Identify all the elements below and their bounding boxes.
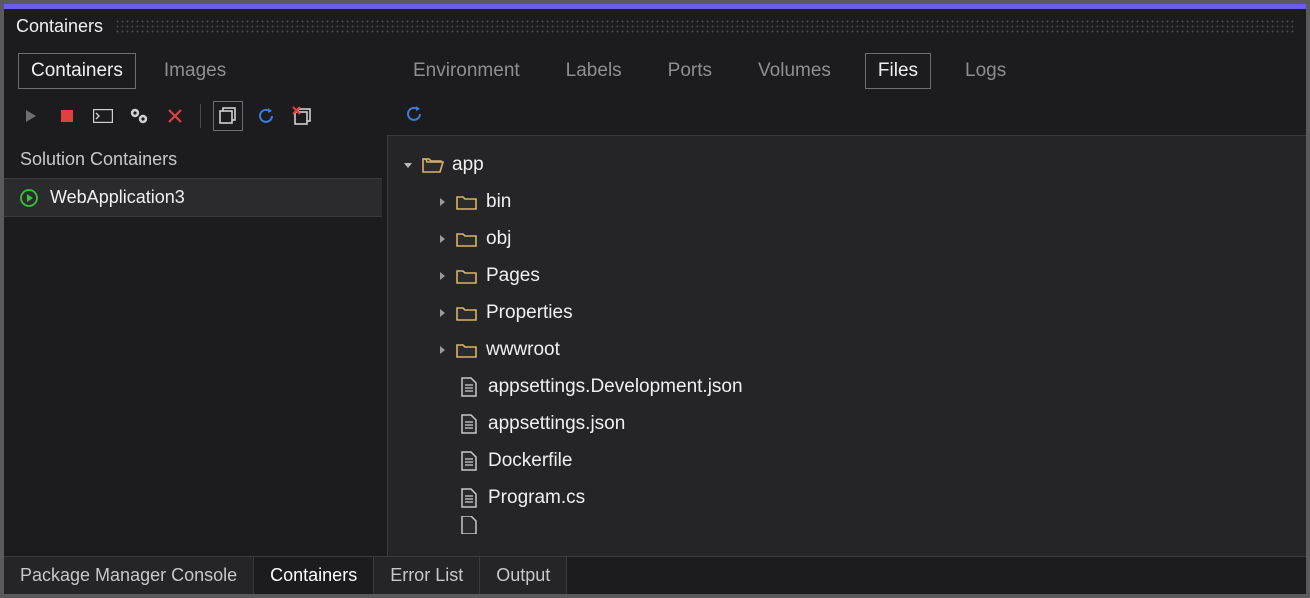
tab-images[interactable]: Images bbox=[152, 54, 238, 88]
caret-right-icon[interactable] bbox=[436, 197, 448, 207]
tree-label: app bbox=[452, 154, 484, 176]
tree-label: Program.cs bbox=[488, 487, 585, 509]
left-toolbar bbox=[4, 97, 382, 139]
toolbar-separator bbox=[200, 104, 201, 128]
panel-title: Containers bbox=[16, 16, 103, 37]
folder-icon bbox=[456, 339, 478, 361]
tree-label: obj bbox=[486, 228, 511, 250]
tree-file-appsettings[interactable]: appsettings.json bbox=[396, 405, 1298, 442]
left-panel: Containers Images bbox=[4, 43, 382, 556]
caret-right-icon[interactable] bbox=[436, 234, 448, 244]
running-status-icon bbox=[20, 189, 38, 207]
file-tree-panel: app bin obj Pages bbox=[387, 135, 1306, 556]
tree-folder-obj[interactable]: obj bbox=[396, 220, 1298, 257]
tab-files[interactable]: Files bbox=[865, 53, 931, 89]
tree-label: appsettings.json bbox=[488, 413, 625, 435]
tree-folder-bin[interactable]: bin bbox=[396, 183, 1298, 220]
stop-icon[interactable] bbox=[54, 103, 80, 129]
delete-icon[interactable] bbox=[162, 103, 188, 129]
tree-folder-wwwroot[interactable]: wwwroot bbox=[396, 331, 1298, 368]
containers-tool-window: Containers Containers Images bbox=[4, 4, 1306, 594]
folder-icon bbox=[456, 228, 478, 250]
bottom-tab-pmc[interactable]: Package Manager Console bbox=[4, 557, 254, 594]
refresh-files-icon[interactable] bbox=[401, 101, 427, 127]
container-list: WebApplication3 bbox=[4, 178, 382, 556]
terminal-icon[interactable] bbox=[90, 103, 116, 129]
bottom-tab-output[interactable]: Output bbox=[480, 557, 567, 594]
tab-ports[interactable]: Ports bbox=[656, 54, 724, 88]
tab-containers[interactable]: Containers bbox=[18, 53, 136, 89]
tree-folder-properties[interactable]: Properties bbox=[396, 294, 1298, 331]
tree-file-truncated[interactable] bbox=[396, 516, 1298, 534]
file-icon bbox=[458, 376, 480, 398]
tree-label: wwwroot bbox=[486, 339, 560, 361]
left-top-tabs: Containers Images bbox=[4, 43, 382, 97]
tree-folder-pages[interactable]: Pages bbox=[396, 257, 1298, 294]
bottom-tab-strip: Package Manager Console Containers Error… bbox=[4, 556, 1306, 594]
file-icon bbox=[458, 450, 480, 472]
right-panel: Environment Labels Ports Volumes Files L… bbox=[382, 43, 1306, 556]
tree-label: bin bbox=[486, 191, 511, 213]
file-icon bbox=[458, 487, 480, 509]
caret-down-icon[interactable] bbox=[402, 160, 414, 170]
solution-containers-header: Solution Containers bbox=[4, 139, 382, 178]
folder-open-icon bbox=[422, 154, 444, 176]
caret-right-icon[interactable] bbox=[436, 308, 448, 318]
windows-icon[interactable] bbox=[213, 101, 243, 131]
tree-label: Properties bbox=[486, 302, 573, 324]
tab-logs[interactable]: Logs bbox=[953, 54, 1018, 88]
remove-windows-icon[interactable] bbox=[289, 103, 315, 129]
gears-icon[interactable] bbox=[126, 103, 152, 129]
tree-label: Dockerfile bbox=[488, 450, 572, 472]
caret-right-icon[interactable] bbox=[436, 345, 448, 355]
panel-titlebar[interactable]: Containers bbox=[4, 9, 1306, 43]
file-icon bbox=[458, 516, 480, 534]
caret-right-icon[interactable] bbox=[436, 271, 448, 281]
tab-volumes[interactable]: Volumes bbox=[746, 54, 843, 88]
refresh-icon[interactable] bbox=[253, 103, 279, 129]
tree-label: Pages bbox=[486, 265, 540, 287]
container-item-label: WebApplication3 bbox=[50, 187, 185, 208]
content-toolbar bbox=[383, 97, 1306, 135]
bottom-tab-errorlist[interactable]: Error List bbox=[374, 557, 480, 594]
tree-file-appsettings-dev[interactable]: appsettings.Development.json bbox=[396, 368, 1298, 405]
container-item-webapplication3[interactable]: WebApplication3 bbox=[4, 178, 382, 217]
tree-file-program[interactable]: Program.cs bbox=[396, 479, 1298, 516]
file-tree[interactable]: app bin obj Pages bbox=[388, 136, 1306, 544]
tree-file-dockerfile[interactable]: Dockerfile bbox=[396, 442, 1298, 479]
bottom-tab-containers[interactable]: Containers bbox=[254, 557, 374, 594]
folder-icon bbox=[456, 265, 478, 287]
tree-folder-app[interactable]: app bbox=[396, 146, 1298, 183]
tab-environment[interactable]: Environment bbox=[401, 54, 532, 88]
tree-label: appsettings.Development.json bbox=[488, 376, 743, 398]
start-icon[interactable] bbox=[18, 103, 44, 129]
titlebar-grip[interactable] bbox=[115, 19, 1294, 33]
folder-icon bbox=[456, 302, 478, 324]
tab-labels[interactable]: Labels bbox=[554, 54, 634, 88]
content-tabs: Environment Labels Ports Volumes Files L… bbox=[383, 43, 1306, 97]
file-icon bbox=[458, 413, 480, 435]
folder-icon bbox=[456, 191, 478, 213]
